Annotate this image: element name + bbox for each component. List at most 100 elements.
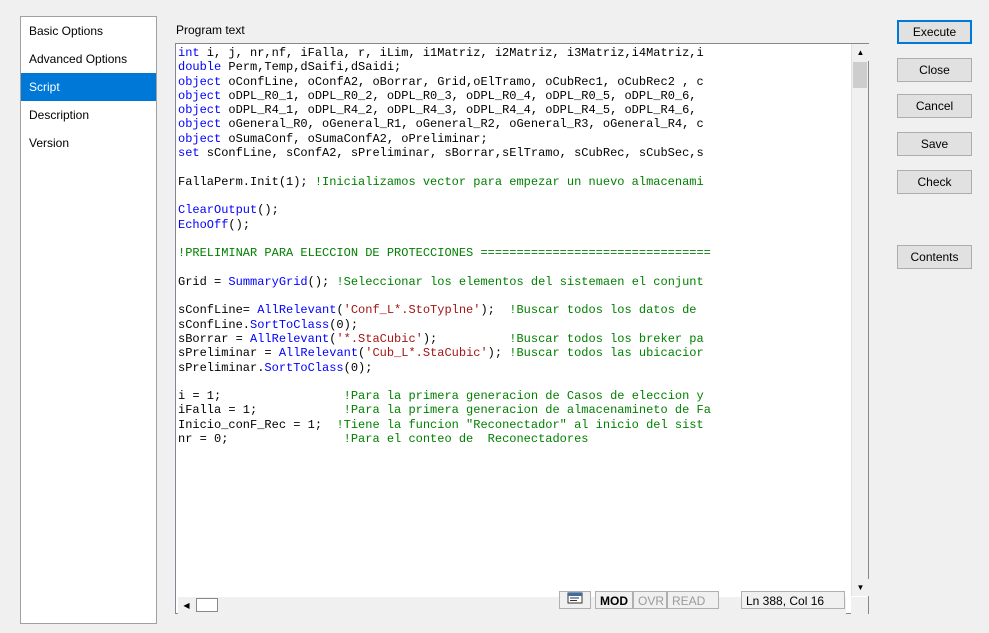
code-token: !Para el conteo de Reconectadores [343, 432, 589, 447]
options-list: Basic Options Advanced Options Script De… [20, 16, 157, 624]
save-button[interactable]: Save [897, 132, 972, 156]
code-token: object [178, 131, 222, 146]
code-token: 'Conf_L*.StoTyplne' [343, 303, 481, 318]
code-token: iFalla = 1; [178, 403, 344, 418]
code-token: SummaryGrid [228, 274, 308, 289]
code-token: ( [336, 303, 344, 318]
sidebar-item-version[interactable]: Version [21, 129, 156, 157]
code-token: SortToClass [250, 317, 330, 332]
code-token: !Para la primera generacion de almacenam… [343, 403, 711, 418]
code-token: (); [228, 217, 251, 232]
program-text-label: Program text [176, 23, 245, 37]
code-token: double [178, 60, 222, 75]
sidebar-item-basic-options[interactable]: Basic Options [21, 17, 156, 45]
code-token: !Tiene la funcion "Reconectador" al inic… [336, 417, 704, 432]
code-line: object oSumaConf, oSumaConfA2, oPrelimin… [178, 132, 846, 146]
code-token: ); [480, 303, 510, 318]
code-token: (); [257, 203, 279, 218]
code-line: FallaPerm.Init(1); !Inicializamos vector… [178, 175, 846, 189]
code-token: Grid = [178, 274, 229, 289]
code-token: AllRelevant [278, 346, 359, 361]
code-token: !Para la primera generacion de Casos de … [343, 389, 704, 404]
code-token: i, j, nr,nf, iFalla, r, iLim, i1Matriz, … [199, 46, 704, 60]
code-token: Inicio_conF_Rec = 1; [178, 417, 337, 432]
code-token: (); [307, 274, 337, 289]
vertical-scroll-thumb[interactable] [853, 62, 867, 88]
mod-indicator: MOD [595, 591, 633, 609]
code-token: sConfLine= [178, 303, 258, 318]
code-line: Grid = SummaryGrid(); !Seleccionar los e… [178, 275, 846, 289]
code-token: int [178, 46, 200, 60]
code-line: iFalla = 1; !Para la primera generacion … [178, 403, 846, 417]
code-token: nr = 0; [178, 432, 344, 447]
code-token: !Buscar todos los breker pa [509, 331, 704, 346]
code-token: oGeneral_R0, oGeneral_R1, oGeneral_R2, o… [221, 117, 704, 132]
code-line: sBorrar = AllRelevant('*.StaCubic'); !Bu… [178, 332, 846, 346]
code-token: !Inicializamos vector para empezar un nu… [314, 174, 704, 189]
code-text-area[interactable]: int i, j, nr,nf, iFalla, r, iLim, i1Matr… [178, 46, 846, 594]
code-token: !Buscar todos las ubicacior [509, 346, 704, 361]
code-token: (0); [329, 317, 359, 332]
ovr-indicator: OVR [633, 591, 667, 609]
code-token: ); [422, 331, 510, 346]
note-icon[interactable] [559, 591, 591, 609]
code-line: sPreliminar = AllRelevant('Cub_L*.StaCub… [178, 346, 846, 360]
check-button[interactable]: Check [897, 170, 972, 194]
code-line: object oConfLine, oConfA2, oBorrar, Grid… [178, 75, 846, 89]
code-token: !Buscar todos los datos de [509, 303, 697, 318]
code-token: !Seleccionar los elementos del sistemaen… [336, 274, 704, 289]
code-token: AllRelevant [257, 303, 337, 318]
code-token: FallaPerm.Init(1); [178, 174, 315, 189]
code-token: 'Cub_L*.StaCubic' [365, 346, 488, 361]
code-token: sBorrar = [178, 331, 251, 346]
code-token: Perm,Temp,dSaifi,dSaidi; [221, 60, 402, 75]
code-line: int i, j, nr,nf, iFalla, r, iLim, i1Matr… [178, 46, 846, 60]
code-line: !PRELIMINAR PARA ELECCION DE PROTECCIONE… [178, 246, 846, 260]
code-line: EchoOff(); [178, 218, 846, 232]
scroll-up-icon[interactable]: ▲ [852, 44, 869, 61]
code-token: object [178, 117, 222, 132]
code-token: oConfLine, oConfA2, oBorrar, Grid,oElTra… [221, 74, 704, 89]
code-token: SortToClass [264, 360, 344, 375]
code-token: (0); [343, 360, 373, 375]
code-line: object oDPL_R4_1, oDPL_R4_2, oDPL_R4_3, … [178, 103, 846, 117]
sidebar-item-script[interactable]: Script [21, 73, 156, 101]
code-line: i = 1; !Para la primera generacion de Ca… [178, 389, 846, 403]
code-token: sConfLine. [178, 317, 251, 332]
code-line: sPreliminar.SortToClass(0); [178, 361, 846, 375]
code-editor[interactable]: int i, j, nr,nf, iFalla, r, iLim, i1Matr… [175, 43, 869, 614]
read-indicator: READ [667, 591, 719, 609]
code-token: ); [487, 346, 510, 361]
execute-button[interactable]: Execute [897, 20, 972, 44]
code-token: object [178, 103, 222, 118]
code-line: sConfLine= AllRelevant('Conf_L*.StoTypln… [178, 303, 846, 317]
code-token: object [178, 74, 222, 89]
vertical-scrollbar[interactable]: ▲ ▼ [851, 44, 869, 596]
code-token: sPreliminar. [178, 360, 265, 375]
code-line: double Perm,Temp,dSaifi,dSaidi; [178, 60, 846, 74]
code-token: EchoOff [178, 217, 229, 232]
sidebar-item-description[interactable]: Description [21, 101, 156, 129]
code-line: object oDPL_R0_1, oDPL_R0_2, oDPL_R0_3, … [178, 89, 846, 103]
editor-status-bar: MOD OVR READ Ln 388, Col 16 [175, 589, 869, 611]
code-line: Inicio_conF_Rec = 1; !Tiene la funcion "… [178, 418, 846, 432]
code-token: !PRELIMINAR PARA ELECCION DE PROTECCIONE… [178, 246, 711, 261]
sidebar-item-advanced-options[interactable]: Advanced Options [21, 45, 156, 73]
cancel-button[interactable]: Cancel [897, 94, 972, 118]
contents-button[interactable]: Contents [897, 245, 972, 269]
code-token: i = 1; [178, 389, 344, 404]
code-token: oDPL_R4_1, oDPL_R4_2, oDPL_R4_3, oDPL_R4… [221, 103, 697, 118]
code-token: set [178, 146, 200, 161]
code-token: '*.StaCubic' [336, 331, 423, 346]
code-token: sConfLine, sConfA2, sPreliminar, sBorrar… [199, 146, 704, 161]
code-token: ClearOutput [178, 203, 258, 218]
close-button[interactable]: Close [897, 58, 972, 82]
code-line: ClearOutput(); [178, 203, 846, 217]
code-token: oDPL_R0_1, oDPL_R0_2, oDPL_R0_3, oDPL_R0… [221, 88, 697, 103]
code-token: oSumaConf, oSumaConfA2, oPreliminar; [221, 131, 488, 146]
code-line: object oGeneral_R0, oGeneral_R1, oGenera… [178, 117, 846, 131]
